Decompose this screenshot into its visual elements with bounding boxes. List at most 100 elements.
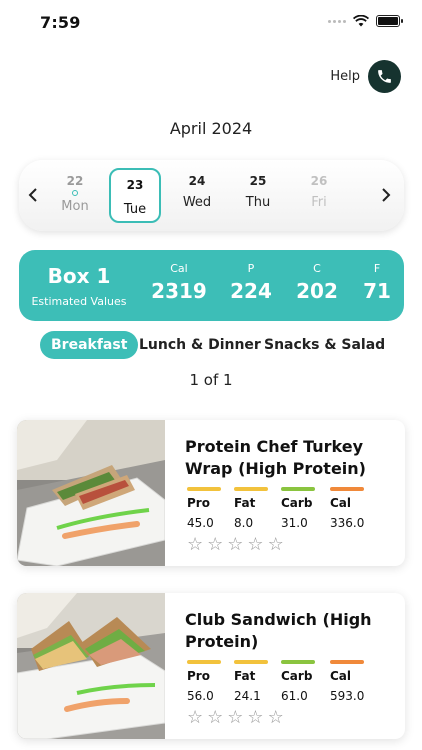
day-number: 23	[126, 178, 144, 192]
macro-value: 2319	[151, 279, 207, 303]
star-icon[interactable]: ☆	[247, 536, 263, 554]
macro-cal: Cal 336.0	[330, 487, 382, 530]
macro-label: C	[313, 262, 321, 275]
chevron-right-icon	[382, 188, 391, 202]
box-macro-carb: C 202	[287, 262, 347, 303]
macro-label: Fat	[234, 496, 256, 510]
macro-bar	[234, 487, 268, 491]
macro-bar	[330, 487, 364, 491]
status-time: 7:59	[40, 13, 81, 32]
month-title: April 2024	[169, 119, 253, 138]
macro-pro: Pro 56.0	[187, 660, 233, 703]
macro-cal: Cal 593.0	[330, 660, 382, 703]
star-icon[interactable]: ☆	[268, 536, 284, 554]
macro-value: 45.0	[187, 516, 214, 530]
star-icon[interactable]: ☆	[227, 536, 243, 554]
star-icon[interactable]: ☆	[268, 709, 284, 727]
macro-value: 202	[296, 279, 338, 303]
star-rating[interactable]: ☆ ☆ ☆ ☆ ☆	[187, 709, 284, 727]
help-section: Help	[330, 60, 401, 93]
box-macro-cal: Cal 2319	[149, 262, 209, 303]
day-name: Wed	[182, 195, 212, 210]
star-icon[interactable]: ☆	[207, 536, 223, 554]
macro-carb: Carb 31.0	[281, 487, 327, 530]
box-macro-fat: F 71	[347, 262, 407, 303]
macro-value: 224	[230, 279, 272, 303]
macro-pro: Pro 45.0	[187, 487, 233, 530]
meal-card[interactable]: Club Sandwich (High Protein) Pro 56.0 Fa…	[17, 593, 405, 739]
previous-week-button[interactable]	[23, 184, 43, 206]
next-week-button[interactable]	[376, 184, 396, 206]
macro-bar	[281, 487, 315, 491]
tab-lunch-dinner[interactable]: Lunch & Dinner	[139, 331, 261, 359]
macro-value: 71	[363, 279, 391, 303]
macro-label: Cal	[330, 496, 352, 510]
star-icon[interactable]: ☆	[207, 709, 223, 727]
day-number: 22	[66, 174, 84, 188]
meal-indicator-dot	[72, 190, 78, 196]
date-strip: 22 Mon 23 Tue 24 Wed 25 Thu 26 Fri	[19, 160, 404, 231]
day-thu[interactable]: 25 Thu	[232, 170, 284, 222]
macro-label: F	[373, 262, 381, 275]
macro-value: 56.0	[187, 689, 214, 703]
meal-card[interactable]: Protein Chef Turkey Wrap (High Protein) …	[17, 420, 405, 566]
meal-photo-wrap	[17, 593, 165, 739]
macro-label: Fat	[234, 669, 256, 683]
macro-bar	[330, 660, 364, 664]
day-wed[interactable]: 24 Wed	[171, 170, 223, 222]
day-number: 25	[249, 174, 267, 188]
macro-value: 336.0	[330, 516, 365, 530]
box-subtitle: Estimated Values	[31, 295, 127, 308]
star-icon[interactable]: ☆	[227, 709, 243, 727]
star-rating[interactable]: ☆ ☆ ☆ ☆ ☆	[187, 536, 284, 554]
star-icon[interactable]: ☆	[187, 709, 203, 727]
macro-value: 24.1	[234, 689, 261, 703]
tab-breakfast[interactable]: Breakfast	[40, 331, 139, 359]
meal-name: Protein Chef Turkey Wrap (High Protein)	[185, 437, 366, 478]
macro-fat: Fat 8.0	[234, 487, 280, 530]
tab-snacks-salad[interactable]: Snacks & Salad	[264, 331, 385, 359]
macro-fat: Fat 24.1	[234, 660, 280, 703]
meal-photo-wrap	[17, 420, 165, 566]
cellular-signal-icon	[328, 19, 346, 23]
macro-bar	[187, 660, 221, 664]
meal-name: Club Sandwich (High Protein)	[185, 610, 372, 651]
macro-value: 31.0	[281, 516, 308, 530]
macro-label: P	[247, 262, 255, 275]
chevron-left-icon	[28, 188, 37, 202]
macro-label: Carb	[281, 669, 313, 683]
day-name: Thu	[245, 195, 271, 210]
day-name: Tue	[123, 202, 147, 217]
macro-bar	[234, 660, 268, 664]
status-bar: 7:59	[0, 0, 422, 46]
macro-label: Cal	[170, 262, 188, 275]
box-summary-card: Box 1 Estimated Values Cal 2319 P 224 C …	[19, 250, 404, 321]
macro-carb: Carb 61.0	[281, 660, 327, 703]
macro-label: Cal	[330, 669, 352, 683]
day-tue-selected[interactable]: 23 Tue	[109, 168, 161, 223]
day-number: 26	[310, 174, 328, 188]
star-icon[interactable]: ☆	[187, 536, 203, 554]
macro-value: 8.0	[234, 516, 254, 530]
battery-icon	[376, 15, 403, 27]
phone-icon	[378, 70, 391, 83]
day-name: Fri	[311, 195, 327, 210]
macro-value: 61.0	[281, 689, 308, 703]
pager: 1 of 1	[189, 371, 233, 389]
day-mon[interactable]: 22 Mon	[49, 170, 101, 222]
day-fri[interactable]: 26 Fri	[293, 170, 345, 222]
day-number: 24	[188, 174, 206, 188]
status-icons	[328, 15, 403, 27]
macro-label: Pro	[187, 496, 210, 510]
macro-label: Pro	[187, 669, 210, 683]
box-title: Box 1	[47, 264, 111, 288]
day-name: Mon	[61, 199, 89, 214]
box-macro-protein: P 224	[221, 262, 281, 303]
macro-bar	[187, 487, 221, 491]
macro-value: 593.0	[330, 689, 365, 703]
help-label: Help	[330, 69, 360, 84]
wifi-icon	[353, 15, 369, 27]
star-icon[interactable]: ☆	[247, 709, 263, 727]
macro-bar	[281, 660, 315, 664]
help-phone-button[interactable]	[368, 60, 401, 93]
